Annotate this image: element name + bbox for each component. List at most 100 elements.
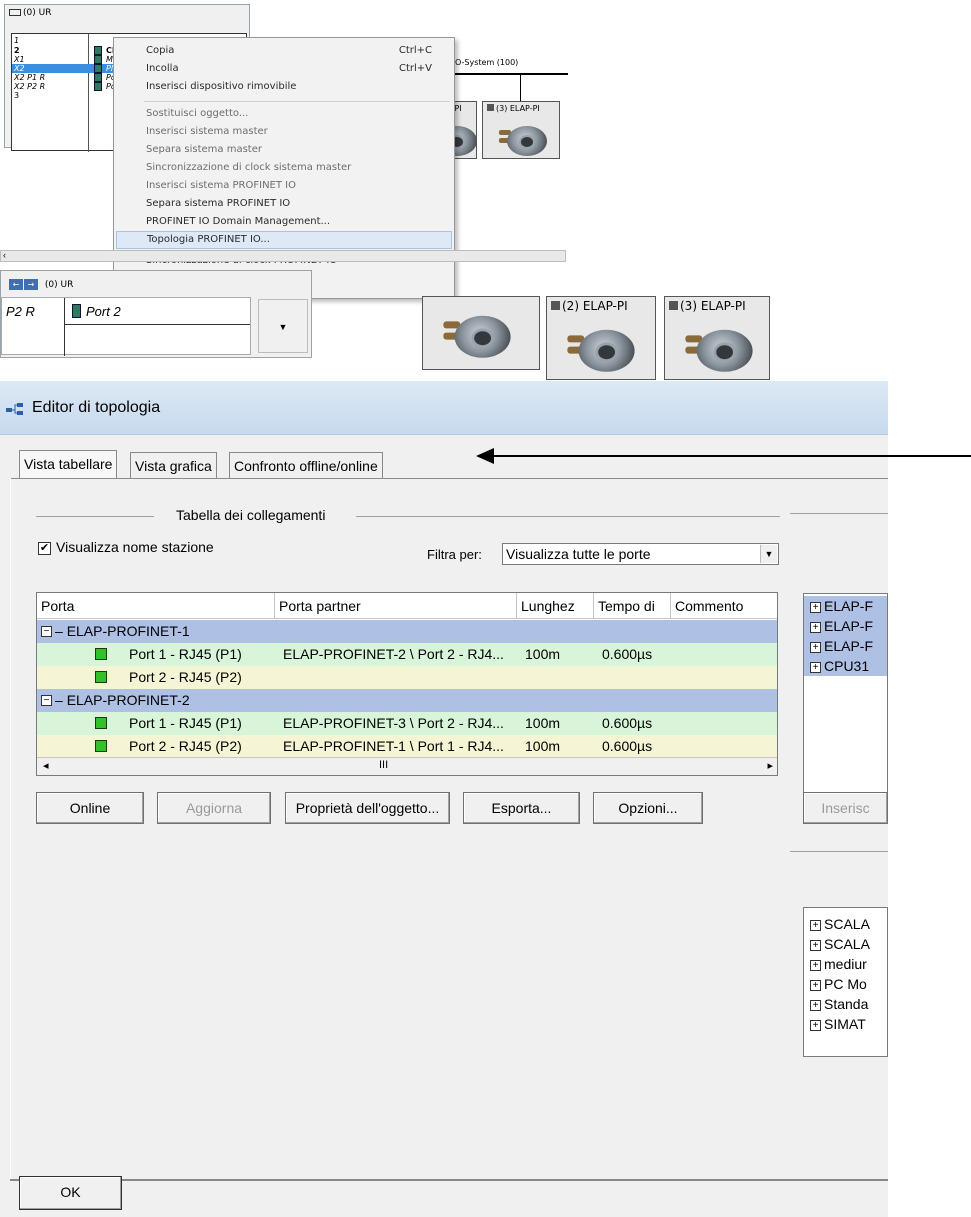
tree-item[interactable]: + ELAP-F: [804, 636, 887, 656]
tree-item[interactable]: + ELAP-F: [804, 616, 887, 636]
tree-item[interactable]: + CPU31: [804, 656, 887, 676]
collapse-icon[interactable]: −: [41, 626, 52, 637]
ok-button[interactable]: OK: [19, 1176, 122, 1210]
port-cell: Port 2 - RJ45 (P2): [129, 669, 242, 685]
table-hscrollbar[interactable]: ◂ III ▸: [37, 757, 777, 775]
profinet-bus-line: [455, 73, 568, 75]
expand-icon[interactable]: +: [810, 621, 821, 633]
table-row[interactable]: Port 1 - RJ45 (P1) ELAP-PROFINET-2 \ Port…: [37, 643, 777, 666]
filter-label: Filtra per:: [427, 547, 482, 562]
expand-icon[interactable]: +: [810, 641, 821, 653]
column-header-time[interactable]: Tempo di: [594, 593, 671, 619]
object-properties-button[interactable]: Proprietà dell'oggetto...: [285, 792, 450, 824]
column-header-partner[interactable]: Porta partner: [275, 593, 517, 619]
tree-item[interactable]: + SCALA: [810, 934, 870, 954]
expand-icon[interactable]: +: [810, 999, 821, 1011]
show-station-name-label: Visualizza nome stazione: [56, 539, 214, 555]
module-icon: [94, 46, 102, 55]
menu-item-insert-removable[interactable]: Inserisci dispositivo rimovibile: [116, 78, 452, 96]
partner-cell: ELAP-PROFINET-3 \ Port 2 - RJ4...: [283, 715, 504, 731]
scroll-thumb-grip[interactable]: III: [379, 759, 388, 771]
menu-item-separate-profinet[interactable]: Separa sistema PROFINET IO: [116, 195, 452, 213]
chevron-down-icon[interactable]: ▼: [760, 545, 777, 563]
port-icon: [95, 740, 107, 752]
table-row[interactable]: Port 2 - RJ45 (P2): [37, 666, 777, 689]
rack-nav: ← → (0) UR: [9, 279, 73, 290]
update-button[interactable]: Aggiorna: [157, 792, 271, 824]
scroll-left-icon[interactable]: ‹: [3, 250, 6, 260]
table-group-row[interactable]: − – ELAP-PROFINET-1: [37, 620, 777, 643]
device-node[interactable]: (2) ELAP-PI: [546, 296, 656, 380]
dialog-title: Editor di topologia: [32, 399, 161, 416]
show-station-name-checkbox[interactable]: ✔: [38, 542, 51, 555]
expand-icon[interactable]: +: [810, 1019, 821, 1031]
menu-item-separate-master[interactable]: Separa sistema master: [116, 141, 452, 159]
scroll-right-icon[interactable]: ▸: [767, 759, 773, 772]
tab-graphic-view[interactable]: Vista grafica: [130, 452, 217, 478]
collapse-icon[interactable]: −: [41, 695, 52, 706]
chevron-down-icon: ▼: [278, 322, 288, 332]
column-header-length[interactable]: Lunghez: [517, 593, 594, 619]
expand-icon[interactable]: +: [810, 939, 821, 951]
forward-arrow-icon[interactable]: →: [24, 279, 38, 290]
tree-item[interactable]: + Standa: [810, 994, 868, 1014]
column-header-comment[interactable]: Commento: [671, 593, 777, 619]
expand-icon[interactable]: +: [810, 979, 821, 991]
menu-item-profinet-topology[interactable]: Topologia PROFINET IO...: [116, 231, 452, 249]
expand-icon[interactable]: +: [810, 919, 821, 931]
menu-item-insert-profinet[interactable]: Inserisci sistema PROFINET IO: [116, 177, 452, 195]
online-button[interactable]: Online: [36, 792, 144, 824]
annotation-arrow: [492, 455, 971, 457]
table-row[interactable]: Port 2 - RJ45 (P2) ELAP-PROFINET-1 \ Port…: [37, 735, 777, 758]
device-node[interactable]: (3) ELAP-PI: [482, 101, 560, 159]
device-node[interactable]: [422, 296, 540, 370]
group-label: – ELAP-PROFINET-1: [55, 623, 190, 639]
back-arrow-icon[interactable]: ←: [9, 279, 23, 290]
device-node[interactable]: (3) ELAP-PI: [664, 296, 770, 380]
rack-detail-window: ← → (0) UR P2 R Port 2 ▼: [0, 270, 312, 358]
device-label: (3) ELAP-PI: [487, 104, 540, 113]
menu-item-copy[interactable]: Copia Ctrl+C: [116, 42, 452, 60]
menu-item-domain-management[interactable]: PROFINET IO Domain Management...: [116, 213, 452, 231]
column-header-port[interactable]: Porta: [37, 593, 275, 619]
menu-item-paste[interactable]: Incolla Ctrl+V: [116, 60, 452, 78]
insert-button[interactable]: Inserisc: [803, 792, 888, 824]
partner-cell: ELAP-PROFINET-1 \ Port 1 - RJ4...: [283, 738, 504, 754]
horizontal-scrollbar[interactable]: ‹: [0, 250, 566, 262]
group-label: – ELAP-PROFINET-2: [55, 692, 190, 708]
annotation-arrow-head: [476, 448, 494, 464]
port-cell: Port 2 - RJ45 (P2): [129, 738, 242, 754]
module-icon: [94, 55, 102, 64]
options-button[interactable]: Opzioni...: [593, 792, 703, 824]
tab-table-view[interactable]: Vista tabellare: [19, 450, 118, 478]
table-group-row[interactable]: − – ELAP-PROFINET-2: [37, 689, 777, 712]
rack-dropdown[interactable]: ▼: [258, 299, 308, 353]
filter-select[interactable]: Visualizza tutte le porte ▼: [502, 543, 779, 565]
length-cell: 100m: [525, 646, 561, 662]
tree-item[interactable]: + ELAP-F: [804, 596, 887, 616]
tree-item[interactable]: + SCALA: [810, 914, 870, 934]
tree-item[interactable]: + mediur: [810, 954, 867, 974]
export-button[interactable]: Esporta...: [463, 792, 580, 824]
menu-item-clock-sync-master[interactable]: Sincronizzazione di clock sistema master: [116, 159, 452, 177]
port-cell: Port 1 - RJ45 (P1): [129, 715, 242, 731]
profinet-system-label: O-System (100): [455, 58, 519, 67]
expand-icon[interactable]: +: [810, 601, 821, 613]
table-row[interactable]: Port 1 - RJ45 (P1) ELAP-PROFINET-3 \ Port…: [37, 712, 777, 735]
module-icon: [94, 82, 102, 91]
expand-icon[interactable]: +: [810, 661, 821, 673]
menu-item-replace-object[interactable]: Sostituisci oggetto...: [116, 105, 452, 123]
rack-title: (0) UR: [9, 8, 51, 18]
tree-item[interactable]: + SIMAT: [810, 1014, 866, 1034]
scroll-left-icon[interactable]: ◂: [43, 759, 49, 772]
tree-item[interactable]: + PC Mo: [810, 974, 867, 994]
expand-icon[interactable]: +: [810, 959, 821, 971]
encoder-icon: [685, 324, 753, 372]
menu-item-insert-master[interactable]: Inserisci sistema master: [116, 123, 452, 141]
port-icon: [95, 671, 107, 683]
port-cell: Port 1 - RJ45 (P1): [129, 646, 242, 662]
topology-editor-dialog: Editor di topologia Vista tabellare Vist…: [0, 381, 888, 1217]
device-label: (3) ELAP-PI: [669, 299, 746, 313]
tab-offline-online-compare[interactable]: Confronto offline/online: [229, 452, 383, 478]
dialog-titlebar: Editor di topologia: [0, 381, 888, 435]
